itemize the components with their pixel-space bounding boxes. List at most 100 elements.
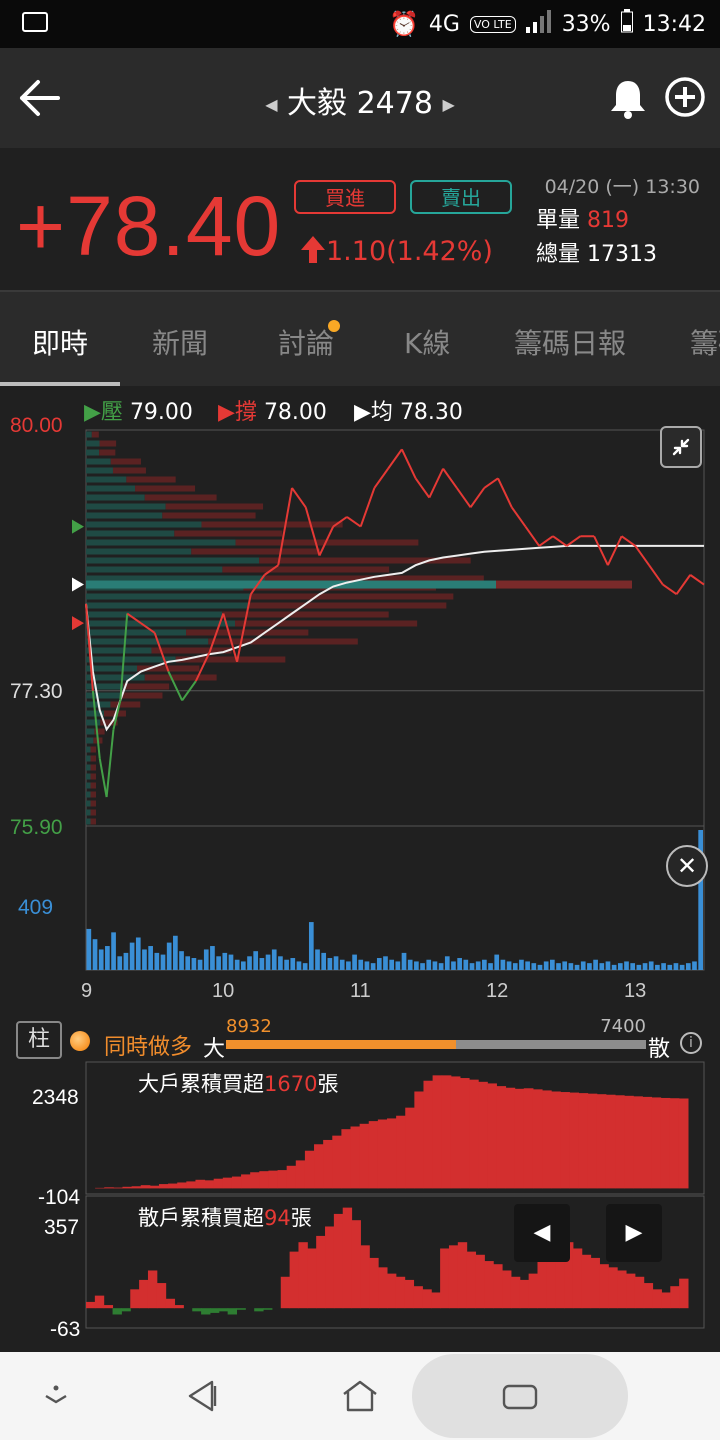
volume-bar — [358, 959, 364, 970]
price-volume-bar-green — [86, 728, 95, 735]
resist-marker — [72, 519, 84, 534]
big-holder-chart-bar — [95, 1187, 105, 1189]
volume-bar — [278, 956, 283, 970]
tab-kline[interactable]: K線 — [404, 322, 450, 362]
volume-bar — [611, 964, 617, 970]
big-axis-top: 2348 — [32, 1086, 79, 1109]
bar-toggle-button[interactable]: 柱 — [16, 1021, 62, 1059]
volume-bar — [593, 959, 598, 970]
price-volume-bar-green — [86, 656, 176, 663]
price-line-segment — [675, 574, 692, 595]
price-volume-bar-red — [99, 449, 116, 456]
mode-label[interactable]: 同時做多 — [104, 1029, 192, 1061]
price-volume-bar-green — [86, 620, 236, 627]
tab-chip-daily[interactable]: 籌碼日報 — [514, 322, 626, 362]
price-volume-bar-green — [86, 791, 91, 798]
battery-level: 33% — [561, 11, 611, 37]
big-holder-chart-bar — [231, 1176, 242, 1189]
small-holder-chart-bar — [466, 1251, 477, 1309]
price-volume-bar-green — [86, 602, 249, 609]
nav-recents-icon[interactable] — [502, 1382, 538, 1412]
big-holder-chart-bar — [569, 1092, 580, 1189]
price-line-segment — [387, 448, 403, 470]
big-holder-chart-bar — [487, 1083, 497, 1189]
price-line-segment — [621, 535, 636, 547]
volume-bar — [265, 954, 271, 970]
small-holder-chart-bar — [86, 1301, 96, 1309]
small-holder-chart-bar — [590, 1257, 600, 1309]
volume-bar — [407, 959, 413, 970]
small-holder-title: 散戶累積買超94張 — [138, 1202, 312, 1232]
average-price-line — [85, 544, 704, 732]
price-volume-bar-red — [222, 566, 390, 573]
sell-button[interactable]: 賣出 — [410, 180, 512, 214]
small-holder-chart-bar — [581, 1254, 592, 1309]
big-holder-chart-bar — [432, 1075, 443, 1189]
price-line-segment — [510, 506, 527, 528]
price-volume-bar-red — [191, 548, 320, 555]
next-stock-icon[interactable]: ▶ — [442, 95, 454, 114]
small-holder-chart-bar — [263, 1308, 273, 1310]
nav-back-icon[interactable] — [184, 1378, 218, 1414]
nav-home-icon[interactable] — [340, 1378, 380, 1414]
big-holder-chart-bar — [651, 1097, 662, 1189]
volume-bar — [624, 961, 629, 970]
price-volume-bar-green — [86, 809, 91, 816]
add-watchlist-icon[interactable] — [664, 76, 706, 118]
intraday-chart[interactable] — [0, 420, 720, 1340]
big-holder-chart-bar — [177, 1182, 187, 1189]
tab-realtime[interactable]: 即時 — [32, 322, 88, 362]
small-holder-chart-bar — [422, 1289, 432, 1309]
small-holder-chart-bar — [431, 1292, 441, 1309]
volume-bar — [426, 959, 432, 970]
buy-button[interactable]: 買進 — [294, 180, 396, 214]
nav-hide-icon[interactable] — [42, 1384, 70, 1408]
prev-stock-icon[interactable]: ◀ — [265, 95, 277, 114]
big-holder-chart-bar — [314, 1144, 324, 1189]
small-holder-chart-bar — [342, 1207, 353, 1309]
tab-discussion[interactable]: 討論 — [278, 322, 334, 362]
small-holder-chart-bar — [643, 1283, 654, 1309]
volume-bar — [599, 963, 605, 970]
big-holder-chart-bar — [204, 1180, 215, 1189]
small-holder-chart-bar — [679, 1278, 689, 1309]
big-holder-chart-bar — [660, 1097, 671, 1189]
small-holder-chart-bar — [369, 1257, 379, 1309]
price-volume-bar-red — [235, 620, 418, 627]
tab-news[interactable]: 新聞 — [152, 322, 208, 362]
big-holder-chart-bar — [478, 1081, 488, 1189]
small-holder-chart-bar — [537, 1261, 547, 1309]
price-volume-bar-green — [86, 440, 100, 447]
price-volume-bar-red — [90, 809, 96, 816]
volume-bar — [475, 961, 481, 970]
price-line-segment — [373, 468, 389, 489]
price-line-segment — [524, 526, 541, 547]
bell-icon[interactable] — [608, 78, 648, 120]
small-holder-chart-bar — [448, 1245, 459, 1309]
big-holder-chart-bar — [304, 1150, 315, 1189]
small-holder-chart-bar — [112, 1308, 122, 1315]
chart-prev-button[interactable]: ◀ — [514, 1204, 570, 1262]
volume-bar — [241, 961, 246, 970]
tab-chip[interactable]: 籌碼 — [690, 322, 720, 362]
volume-bar — [469, 963, 475, 970]
collapse-icon[interactable] — [660, 426, 702, 468]
price-line-segment — [400, 448, 417, 479]
time-tick-12: 12 — [486, 980, 509, 1002]
chart-next-button[interactable]: ▶ — [606, 1204, 662, 1262]
big-holder-chart-bar — [633, 1096, 643, 1189]
small-holder-chart-bar — [360, 1245, 370, 1309]
price-volume-bar-green — [86, 449, 100, 456]
time-tick-11: 11 — [350, 980, 371, 1002]
info-icon[interactable]: i — [680, 1032, 702, 1054]
volume-bar — [111, 932, 116, 970]
big-holder-chart-bar — [469, 1079, 479, 1189]
big-holder-chart-bar — [122, 1186, 133, 1189]
volume-bar — [247, 956, 252, 970]
big-holder-title: 大戶累積買超1670張 — [138, 1068, 338, 1098]
price-line-segment — [593, 535, 609, 566]
price-volume-bar-green — [86, 818, 91, 825]
close-volume-icon[interactable]: ✕ — [666, 845, 708, 887]
price-sign: + — [16, 179, 67, 273]
right-arrow-icon: ▶ — [625, 1220, 643, 1245]
